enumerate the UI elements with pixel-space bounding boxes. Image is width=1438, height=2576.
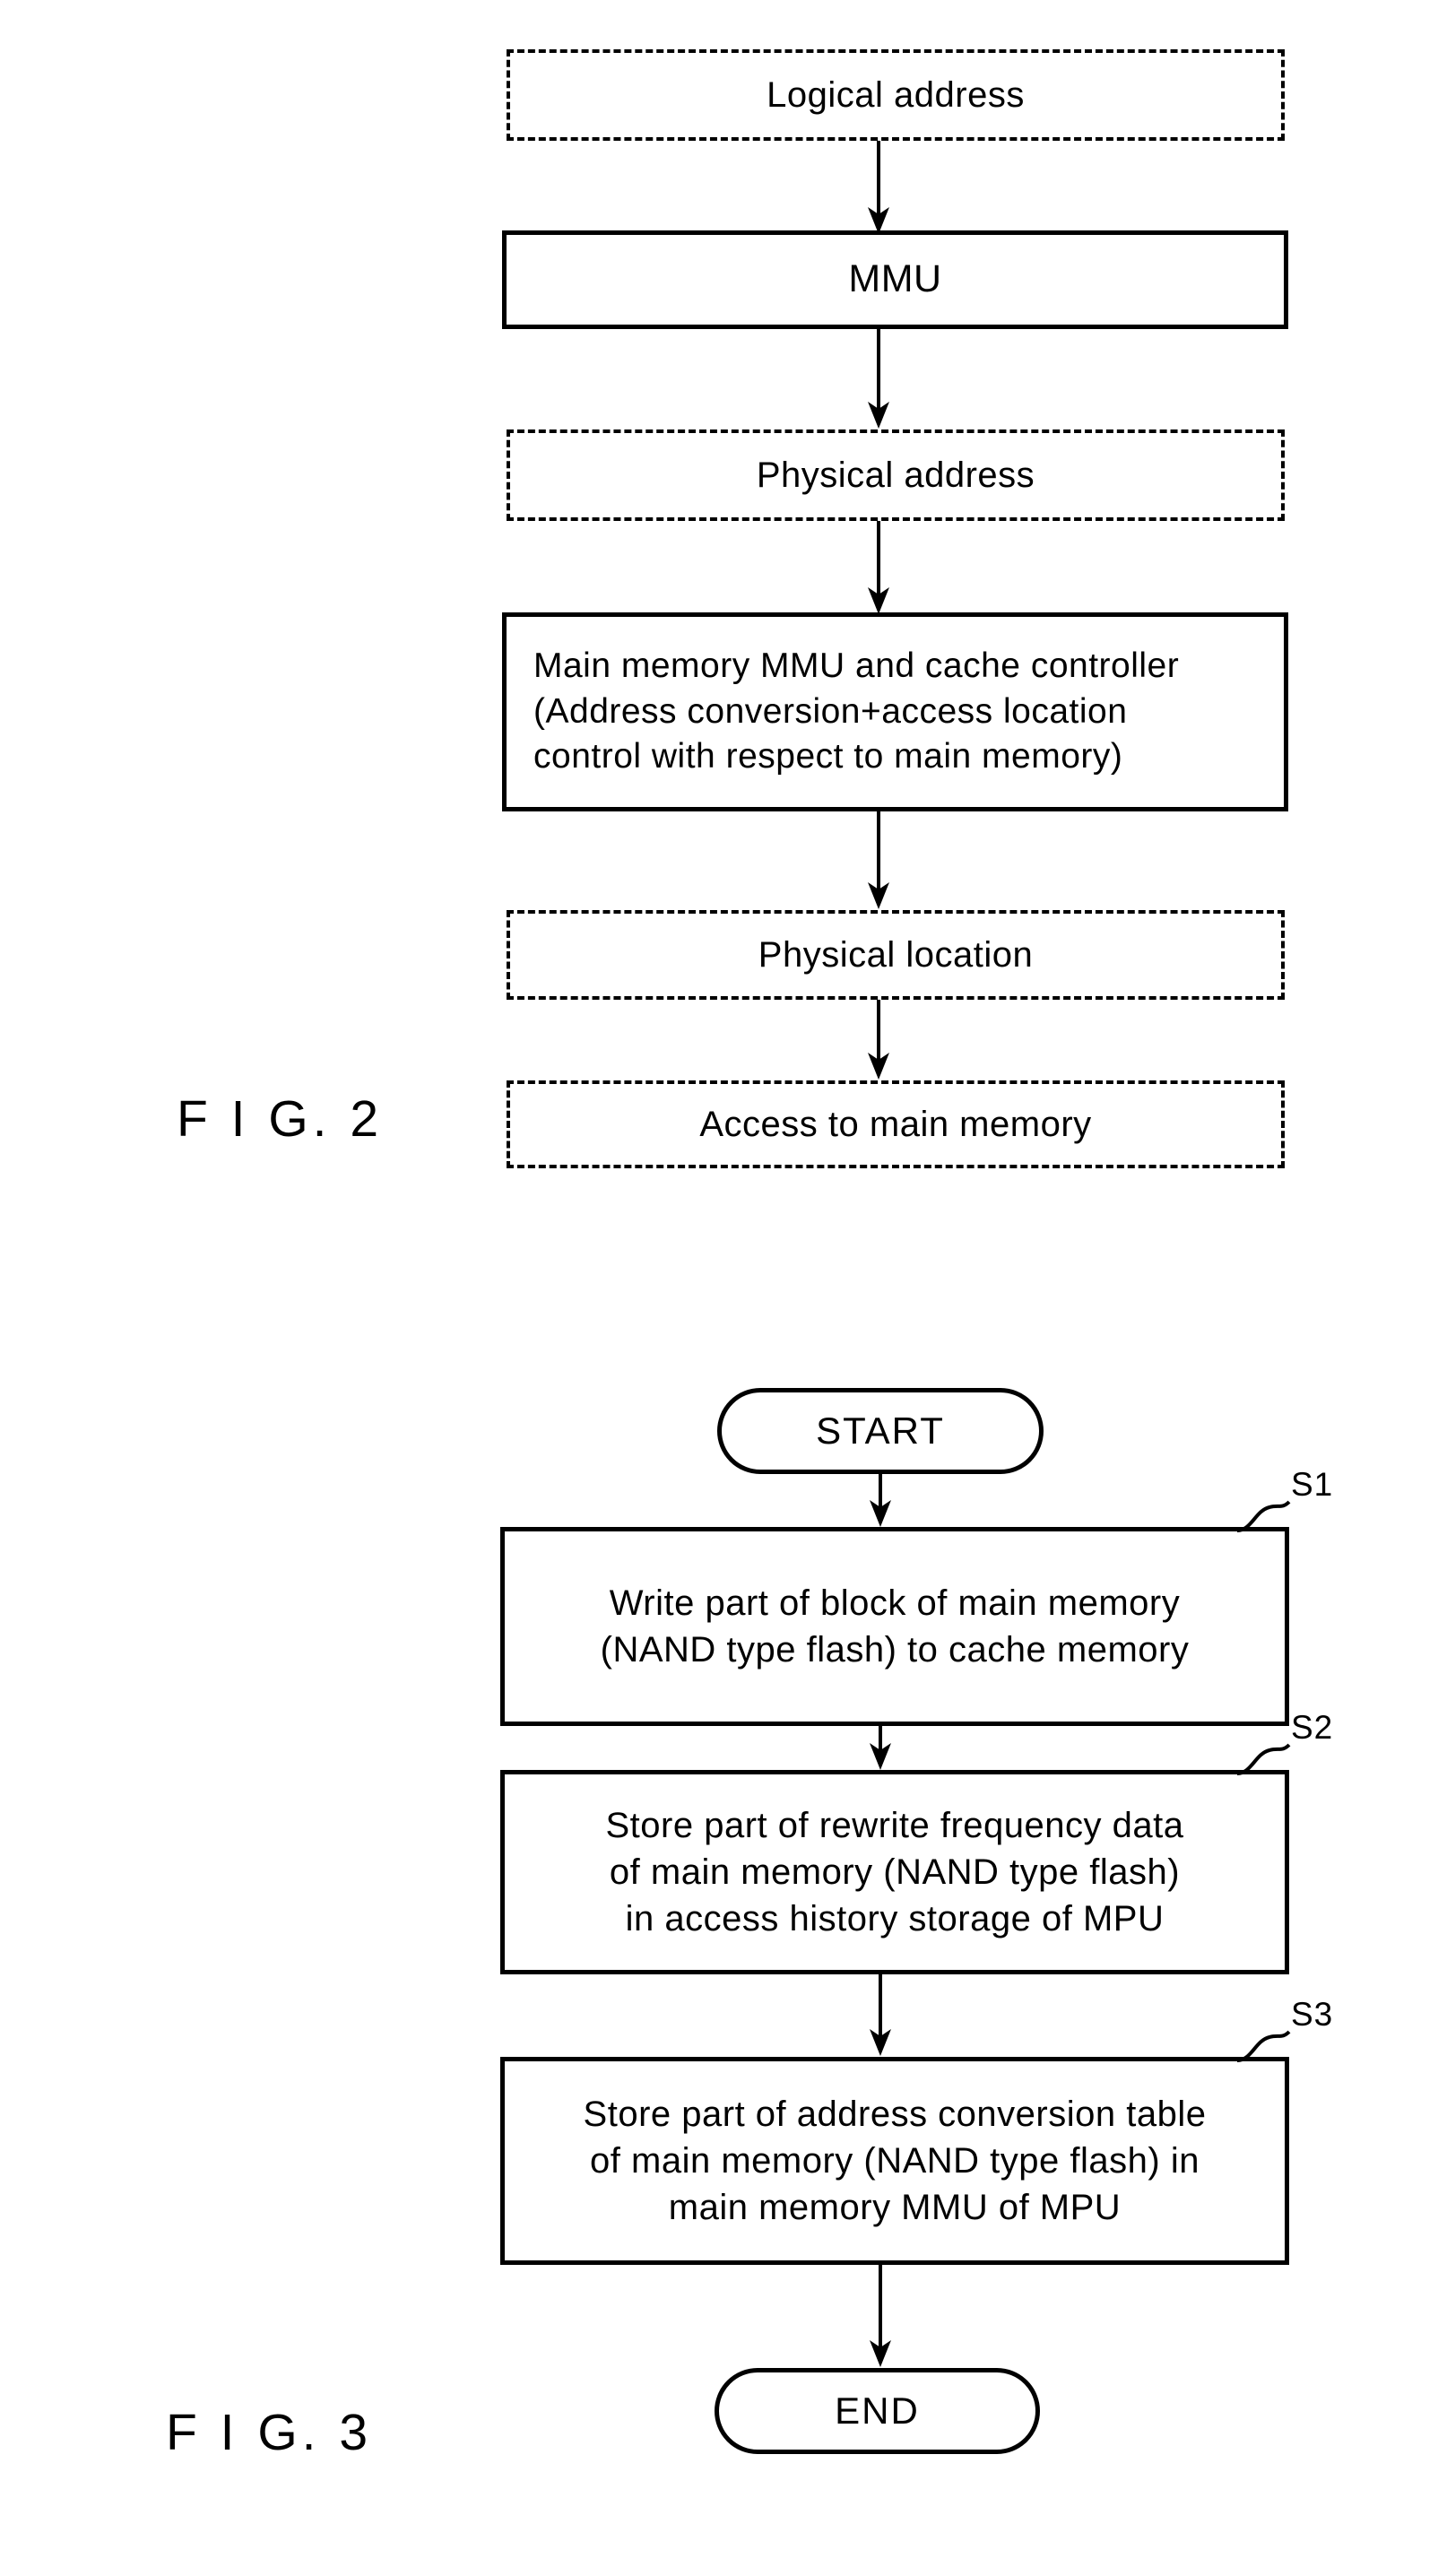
fig3-caption: F I G. 3	[166, 2404, 373, 2461]
fig3-node-s1-label: Write part of block of main memory (NAND…	[600, 1583, 1190, 1670]
fig2-node-logical-address-label: Logical address	[767, 75, 1025, 115]
fig3-node-s3-label: Store part of address conversion table o…	[583, 2095, 1207, 2227]
fig2-arrow-3	[861, 521, 897, 615]
fig2-node-physical-address: Physical address	[507, 429, 1285, 521]
fig3-arrow-s3-end	[862, 2265, 898, 2368]
fig3-arrow-s1-s2	[862, 1726, 898, 1771]
fig3-node-s2-label: Store part of rewrite frequency data of …	[605, 1806, 1184, 1939]
fig2-caption: F I G. 2	[177, 1090, 384, 1148]
fig3-node-start-label: START	[816, 1409, 945, 1452]
fig2-node-mmu-label: MMU	[848, 257, 942, 301]
fig2-node-physical-address-label: Physical address	[756, 455, 1035, 495]
fig3-step-tag-s2: S2	[1291, 1709, 1334, 1746]
fig3-node-s1: Write part of block of main memory (NAND…	[500, 1527, 1289, 1726]
fig3-node-s3: Store part of address conversion table o…	[500, 2057, 1289, 2265]
fig3-step-tag-s1: S1	[1291, 1466, 1334, 1503]
fig2-node-access-main-memory: Access to main memory	[507, 1080, 1285, 1168]
fig2-node-physical-location-label: Physical location	[758, 935, 1034, 975]
fig3-node-start: START	[717, 1388, 1044, 1474]
fig2-node-mmu: MMU	[502, 230, 1288, 329]
fig2-arrow-4	[861, 811, 897, 910]
patent-figure-sheet: Logical address MMU Physical address Mai…	[0, 0, 1438, 2576]
fig3-node-end: END	[715, 2368, 1040, 2454]
fig2-node-logical-address: Logical address	[507, 49, 1285, 141]
fig3-step-tag-s3: S3	[1291, 1996, 1334, 2033]
fig3-node-end-label: END	[835, 2390, 920, 2432]
fig3-arrow-s2-s3	[862, 1974, 898, 2057]
fig2-arrow-1	[861, 141, 897, 235]
fig3-arrow-start-s1	[862, 1474, 898, 1528]
fig2-node-main-memory-mmu: Main memory MMU and cache controller (Ad…	[502, 612, 1288, 811]
fig3-node-s2: Store part of rewrite frequency data of …	[500, 1770, 1289, 1974]
fig2-node-physical-location: Physical location	[507, 910, 1285, 1000]
fig2-node-access-main-memory-label: Access to main memory	[699, 1105, 1092, 1144]
fig2-arrow-2	[861, 329, 897, 429]
fig2-node-main-memory-mmu-label: Main memory MMU and cache controller (Ad…	[533, 646, 1180, 776]
fig2-arrow-5	[861, 1000, 897, 1080]
